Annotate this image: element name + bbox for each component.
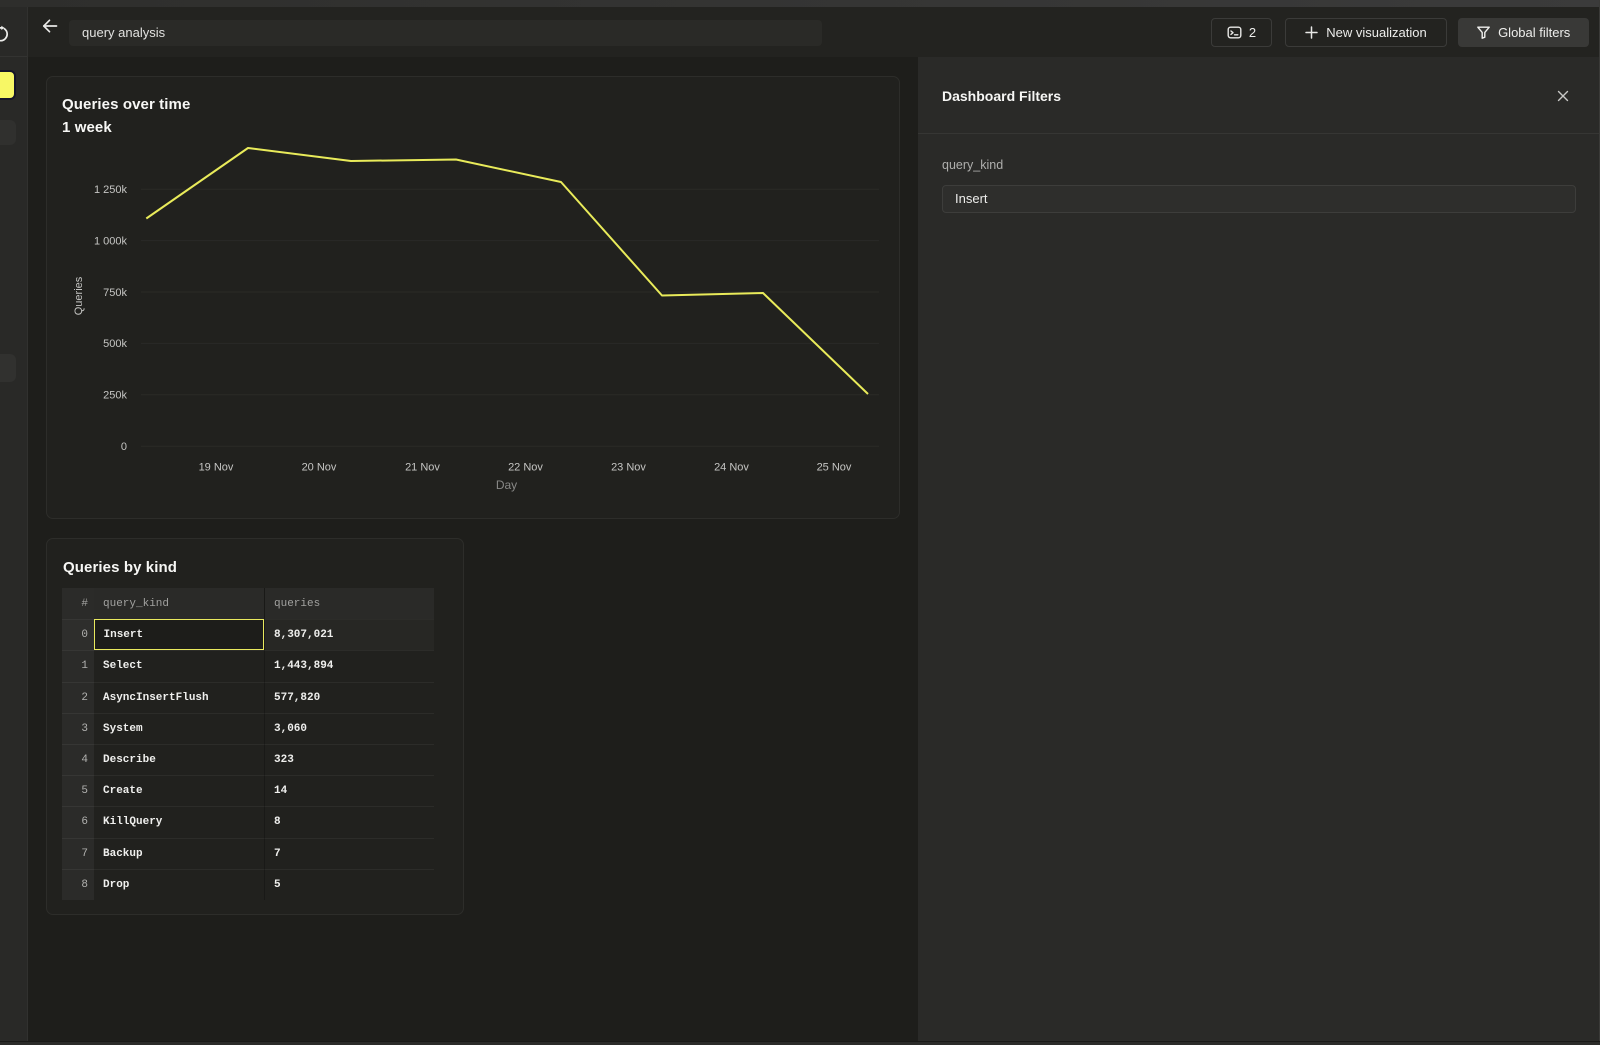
- svg-text:250k: 250k: [103, 390, 127, 402]
- svg-text:1 000k: 1 000k: [94, 235, 128, 247]
- svg-text:1 250k: 1 250k: [94, 184, 128, 196]
- svg-text:0: 0: [121, 441, 127, 453]
- svg-text:24 Nov: 24 Nov: [714, 462, 749, 474]
- svg-text:Queries: Queries: [73, 276, 85, 315]
- svg-text:20 Nov: 20 Nov: [302, 462, 337, 474]
- svg-text:19 Nov: 19 Nov: [199, 462, 234, 474]
- svg-text:25 Nov: 25 Nov: [817, 462, 852, 474]
- svg-text:23 Nov: 23 Nov: [611, 462, 646, 474]
- svg-text:Day: Day: [496, 478, 517, 492]
- svg-text:21 Nov: 21 Nov: [405, 462, 440, 474]
- svg-text:750k: 750k: [103, 287, 127, 299]
- svg-text:500k: 500k: [103, 338, 127, 350]
- svg-text:22 Nov: 22 Nov: [508, 462, 543, 474]
